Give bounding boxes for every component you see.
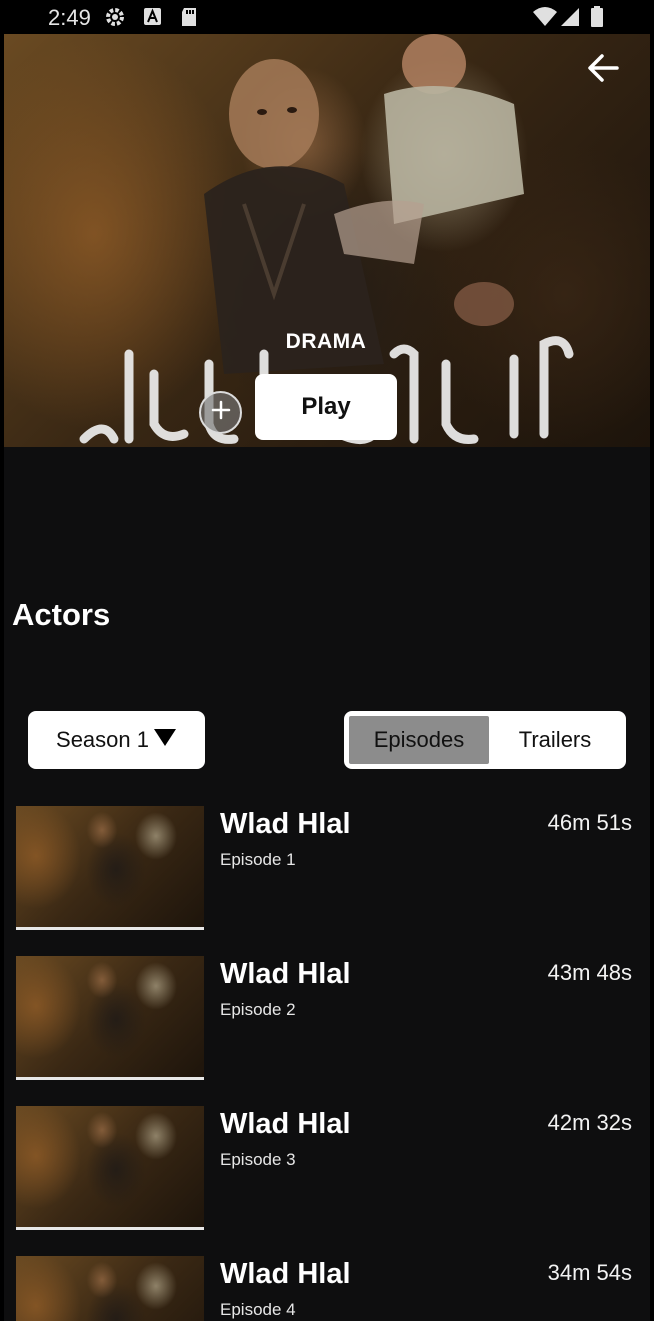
episode-row[interactable]: Wlad Hlal Episode 2 43m 48s xyxy=(4,954,650,1080)
episode-thumbnail xyxy=(16,956,204,1080)
episode-duration: 34m 54s xyxy=(547,1260,632,1285)
content-tabs: Episodes Trailers xyxy=(344,711,626,769)
episode-number: Episode 1 xyxy=(220,850,296,869)
battery-icon xyxy=(590,6,604,33)
gear-icon xyxy=(104,6,126,33)
status-time: 2:49 xyxy=(48,5,91,30)
genre-label: DRAMA xyxy=(285,330,367,353)
episode-title: Wlad Hlal xyxy=(220,1108,351,1140)
episode-title: Wlad Hlal xyxy=(220,958,351,990)
episode-duration: 42m 32s xyxy=(547,1110,632,1135)
episode-thumbnail xyxy=(16,1256,204,1321)
a-notification-icon xyxy=(143,6,163,33)
arrow-left-icon xyxy=(587,53,619,87)
episode-row[interactable]: Wlad Hlal Episode 1 46m 51s xyxy=(4,804,650,930)
add-to-list-button[interactable] xyxy=(199,391,242,434)
episode-duration: 43m 48s xyxy=(547,960,632,985)
season-dropdown[interactable]: Season 1 xyxy=(28,711,205,769)
episode-thumbnail xyxy=(16,806,204,930)
episode-thumbnail xyxy=(16,1106,204,1230)
signal-icon xyxy=(560,6,580,33)
episode-duration: 46m 51s xyxy=(547,810,632,835)
tab-trailers[interactable]: Trailers xyxy=(489,716,621,764)
actors-heading: Actors xyxy=(12,597,111,632)
episode-number: Episode 3 xyxy=(220,1150,296,1169)
hero-banner: DRAMA Play xyxy=(4,34,650,447)
wifi-icon xyxy=(532,6,558,33)
episode-title: Wlad Hlal xyxy=(220,1258,351,1290)
plus-icon xyxy=(210,399,232,426)
sd-card-icon xyxy=(180,6,198,33)
triangle-down-icon xyxy=(153,727,177,753)
play-button[interactable]: Play xyxy=(255,374,397,440)
app-screen: DRAMA Play Actors Season 1 Episodes Trai… xyxy=(4,34,650,1321)
tab-episodes[interactable]: Episodes xyxy=(349,716,489,764)
status-bar: 2:49 xyxy=(0,0,654,34)
season-label: Season 1 xyxy=(56,727,149,752)
episode-number: Episode 4 xyxy=(220,1300,296,1319)
back-button[interactable] xyxy=(584,52,622,88)
episode-number: Episode 2 xyxy=(220,1000,296,1019)
episode-row[interactable]: Wlad Hlal Episode 4 34m 54s xyxy=(4,1254,650,1321)
episode-row[interactable]: Wlad Hlal Episode 3 42m 32s xyxy=(4,1104,650,1230)
episode-title: Wlad Hlal xyxy=(220,808,351,840)
